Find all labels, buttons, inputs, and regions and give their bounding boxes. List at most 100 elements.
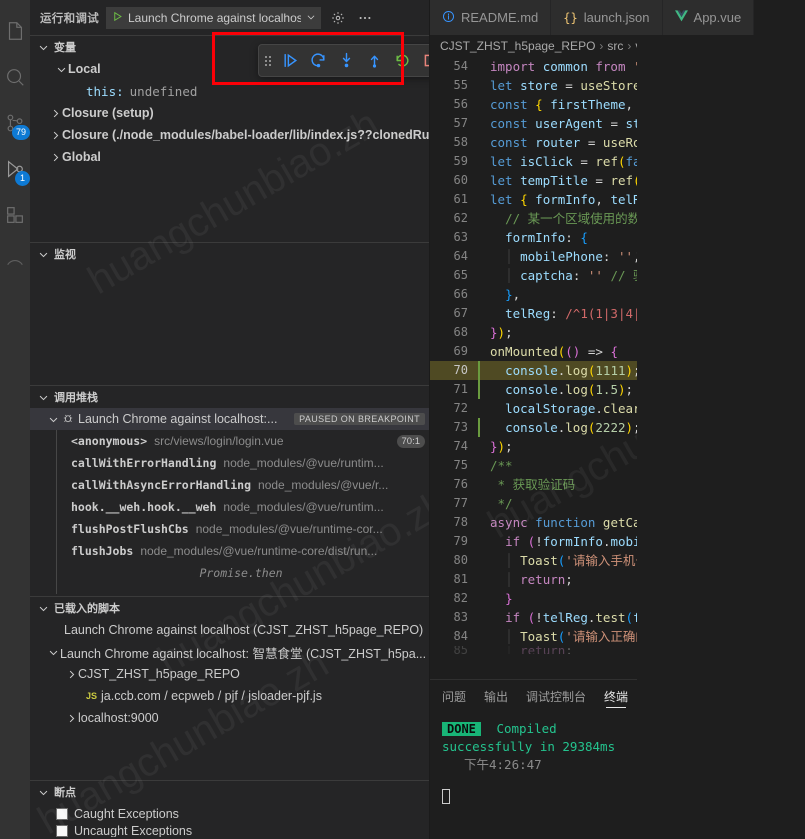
- tab-debug-console[interactable]: 调试控制台: [526, 680, 586, 712]
- line-content: });: [490, 325, 513, 340]
- script-row[interactable]: Launch Chrome against localhost (CJST_ZH…: [30, 619, 429, 641]
- script-row[interactable]: localhost:9000: [30, 707, 429, 729]
- code-line[interactable]: 71 console.log(1.5);: [430, 380, 637, 399]
- code-line[interactable]: 58 const router = useRouter();: [430, 133, 637, 152]
- code-line[interactable]: 82 }: [430, 589, 637, 608]
- debug-badge: 1: [15, 171, 30, 186]
- stop-button[interactable]: [417, 48, 429, 74]
- line-number: 68: [453, 325, 468, 339]
- code-line[interactable]: 59 let isClick = ref(false);: [430, 152, 637, 171]
- code-line[interactable]: 57 const userAgent = store.state.channel.…: [430, 114, 637, 133]
- step-over-button[interactable]: [305, 48, 331, 74]
- breadcrumb-item[interactable]: views: [635, 39, 636, 53]
- tab-terminal[interactable]: 终端: [604, 680, 628, 712]
- code-line[interactable]: 67 telReg: /^1(1|3|4|5|6|7|8|9)\d{9}$/: [430, 304, 637, 323]
- variable-row[interactable]: this: undefined: [30, 80, 429, 102]
- step-into-button[interactable]: [333, 48, 359, 74]
- grip-handle-icon[interactable]: [265, 55, 271, 66]
- debug-floating-toolbar[interactable]: [258, 44, 429, 77]
- code-line[interactable]: 84 │ Toast('请输入正确的手机号');: [430, 627, 637, 646]
- code-line[interactable]: 73 console.log(2222);: [430, 418, 637, 437]
- stack-frame-row[interactable]: flushPostFlushCbs node_modules/@vue/runt…: [57, 518, 429, 540]
- breakpoints-section-header[interactable]: 断点: [30, 781, 429, 803]
- breadcrumb-item[interactable]: src: [607, 39, 623, 53]
- debug-session-row[interactable]: Launch Chrome against localhost:... PAUS…: [30, 408, 429, 430]
- scope-global[interactable]: Global: [30, 146, 429, 168]
- terminal-output[interactable]: DONE Compiled successfully in 29384ms 下午…: [430, 712, 637, 839]
- checkbox-uncaught-exceptions[interactable]: [56, 825, 68, 837]
- code-line[interactable]: 54 import common from '@/utils/common.js'…: [430, 57, 637, 76]
- restart-button[interactable]: [389, 48, 415, 74]
- code-line[interactable]: 81 │ return;: [430, 570, 637, 589]
- source-control-icon[interactable]: 79: [0, 100, 30, 146]
- chevron-right-icon: [48, 106, 62, 120]
- code-line[interactable]: 69 onMounted(() => {: [430, 342, 637, 361]
- code-line[interactable]: 61 let { formInfo, telReg } = reactive({: [430, 190, 637, 209]
- code-line[interactable]: 68});: [430, 323, 637, 342]
- code-line[interactable]: 76 * 获取验证码: [430, 475, 637, 494]
- panel-tab-label: 输出: [484, 689, 509, 704]
- search-icon[interactable]: [0, 54, 30, 100]
- code-line[interactable]: 77 */: [430, 494, 637, 513]
- code-line[interactable]: 55 let store = useStore();: [430, 76, 637, 95]
- code-line[interactable]: 62 // 某一个区域使用的数据: [430, 209, 637, 228]
- stack-frame-row-clipped[interactable]: [57, 584, 429, 594]
- step-out-button[interactable]: [361, 48, 387, 74]
- line-number: 59: [453, 154, 468, 168]
- line-number: 74: [453, 439, 468, 453]
- watch-body[interactable]: [30, 265, 429, 385]
- code-line[interactable]: 60 let tempTitle = ref('获取验证码');: [430, 171, 637, 190]
- code-line[interactable]: 75 /**: [430, 456, 637, 475]
- code-line[interactable]: 64 │ mobilePhone: '', // 手机号: [430, 247, 637, 266]
- code-line[interactable]: 66 },: [430, 285, 637, 304]
- script-row[interactable]: Launch Chrome against localhost: 智慧食堂 (C…: [30, 641, 429, 663]
- session-name: Launch Chrome against localhost:...: [78, 412, 278, 426]
- script-label: Launch Chrome against localhost: 智慧食堂 (C…: [60, 646, 427, 661]
- stack-frame-row[interactable]: flushJobs node_modules/@vue/runtime-core…: [57, 540, 429, 562]
- scope-closure-setup[interactable]: Closure (setup): [30, 102, 429, 124]
- run-and-debug-icon[interactable]: 1: [0, 146, 30, 192]
- script-row[interactable]: JS ja.ccb.com / ecpweb / pjf / jsloader-…: [30, 685, 429, 707]
- explorer-icon[interactable]: [0, 8, 30, 54]
- launch-config-dropdown[interactable]: Launch Chrome against localhost ((: [106, 6, 321, 29]
- code-line[interactable]: 74});: [430, 437, 637, 456]
- stack-frame-row[interactable]: <anonymous> src/views/login/login.vue 70…: [57, 430, 429, 452]
- call-stack-section-header[interactable]: 调用堆栈: [30, 386, 429, 408]
- tab-app-vue[interactable]: App.vue: [662, 0, 755, 35]
- tab-problems[interactable]: 问题: [442, 680, 466, 712]
- code-line[interactable]: 79 if (!formInfo.mobilePhone) {: [430, 532, 637, 551]
- breadcrumb-item[interactable]: CJST_ZHST_h5page_REPO: [440, 39, 595, 53]
- watch-section-header[interactable]: 监视: [30, 243, 429, 265]
- code-line[interactable]: 72 localStorage.clear(); //进登录页清除所有: [430, 399, 637, 418]
- tab-output[interactable]: 输出: [484, 680, 508, 712]
- continue-button[interactable]: [277, 48, 303, 74]
- code-line[interactable]: 83 if (!telReg.test(formInfo.mobilePhone: [430, 608, 637, 627]
- code-line[interactable]: 65 │ captcha: '' // 验证码: [430, 266, 637, 285]
- gear-icon[interactable]: [328, 8, 348, 28]
- more-actions-icon[interactable]: [355, 8, 375, 28]
- code-line[interactable]: 78 async function getCaptcha() {: [430, 513, 637, 532]
- scope-closure-babel[interactable]: Closure (./node_modules/babel-loader/lib…: [30, 124, 429, 146]
- code-line[interactable]: 85 │ return;: [430, 646, 637, 654]
- checkbox-caught-exceptions[interactable]: [56, 808, 68, 820]
- stack-frame-row[interactable]: callWithAsyncErrorHandling node_modules/…: [57, 474, 429, 496]
- code-line[interactable]: 80 │ Toast('请输入手机号');: [430, 551, 637, 570]
- breakpoint-row[interactable]: Uncaught Exceptions: [30, 825, 429, 837]
- debug-panel-header: 运行和调试 Launch Chrome against localhost ((: [30, 0, 429, 35]
- code-line[interactable]: 63 formInfo: {: [430, 228, 637, 247]
- code-line-current[interactable]: 70 console.log(1111);: [430, 361, 637, 380]
- tab-launch-json[interactable]: {} launch.json: [551, 0, 663, 35]
- line-content: }: [505, 591, 513, 606]
- extensions-icon[interactable]: [0, 192, 30, 238]
- remote-explorer-icon[interactable]: [0, 238, 30, 284]
- loaded-scripts-section-header[interactable]: 已载入的脚本: [30, 597, 429, 619]
- stack-frame-row[interactable]: callWithErrorHandling node_modules/@vue/…: [57, 452, 429, 474]
- tab-readme-md[interactable]: README.md: [430, 0, 552, 35]
- line-number: 58: [453, 135, 468, 149]
- breakpoint-label: Uncaught Exceptions: [74, 825, 193, 837]
- stack-frame-row[interactable]: hook.__weh.hook.__weh node_modules/@vue/…: [57, 496, 429, 518]
- code-editor[interactable]: huangchunbiao.zh huangchunbiao.zh 54 impo…: [430, 57, 637, 679]
- code-line[interactable]: 56 const { firstTheme, loginLogo } = stor…: [430, 95, 637, 114]
- breakpoint-row[interactable]: Caught Exceptions: [30, 803, 429, 825]
- script-row[interactable]: CJST_ZHST_h5page_REPO: [30, 663, 429, 685]
